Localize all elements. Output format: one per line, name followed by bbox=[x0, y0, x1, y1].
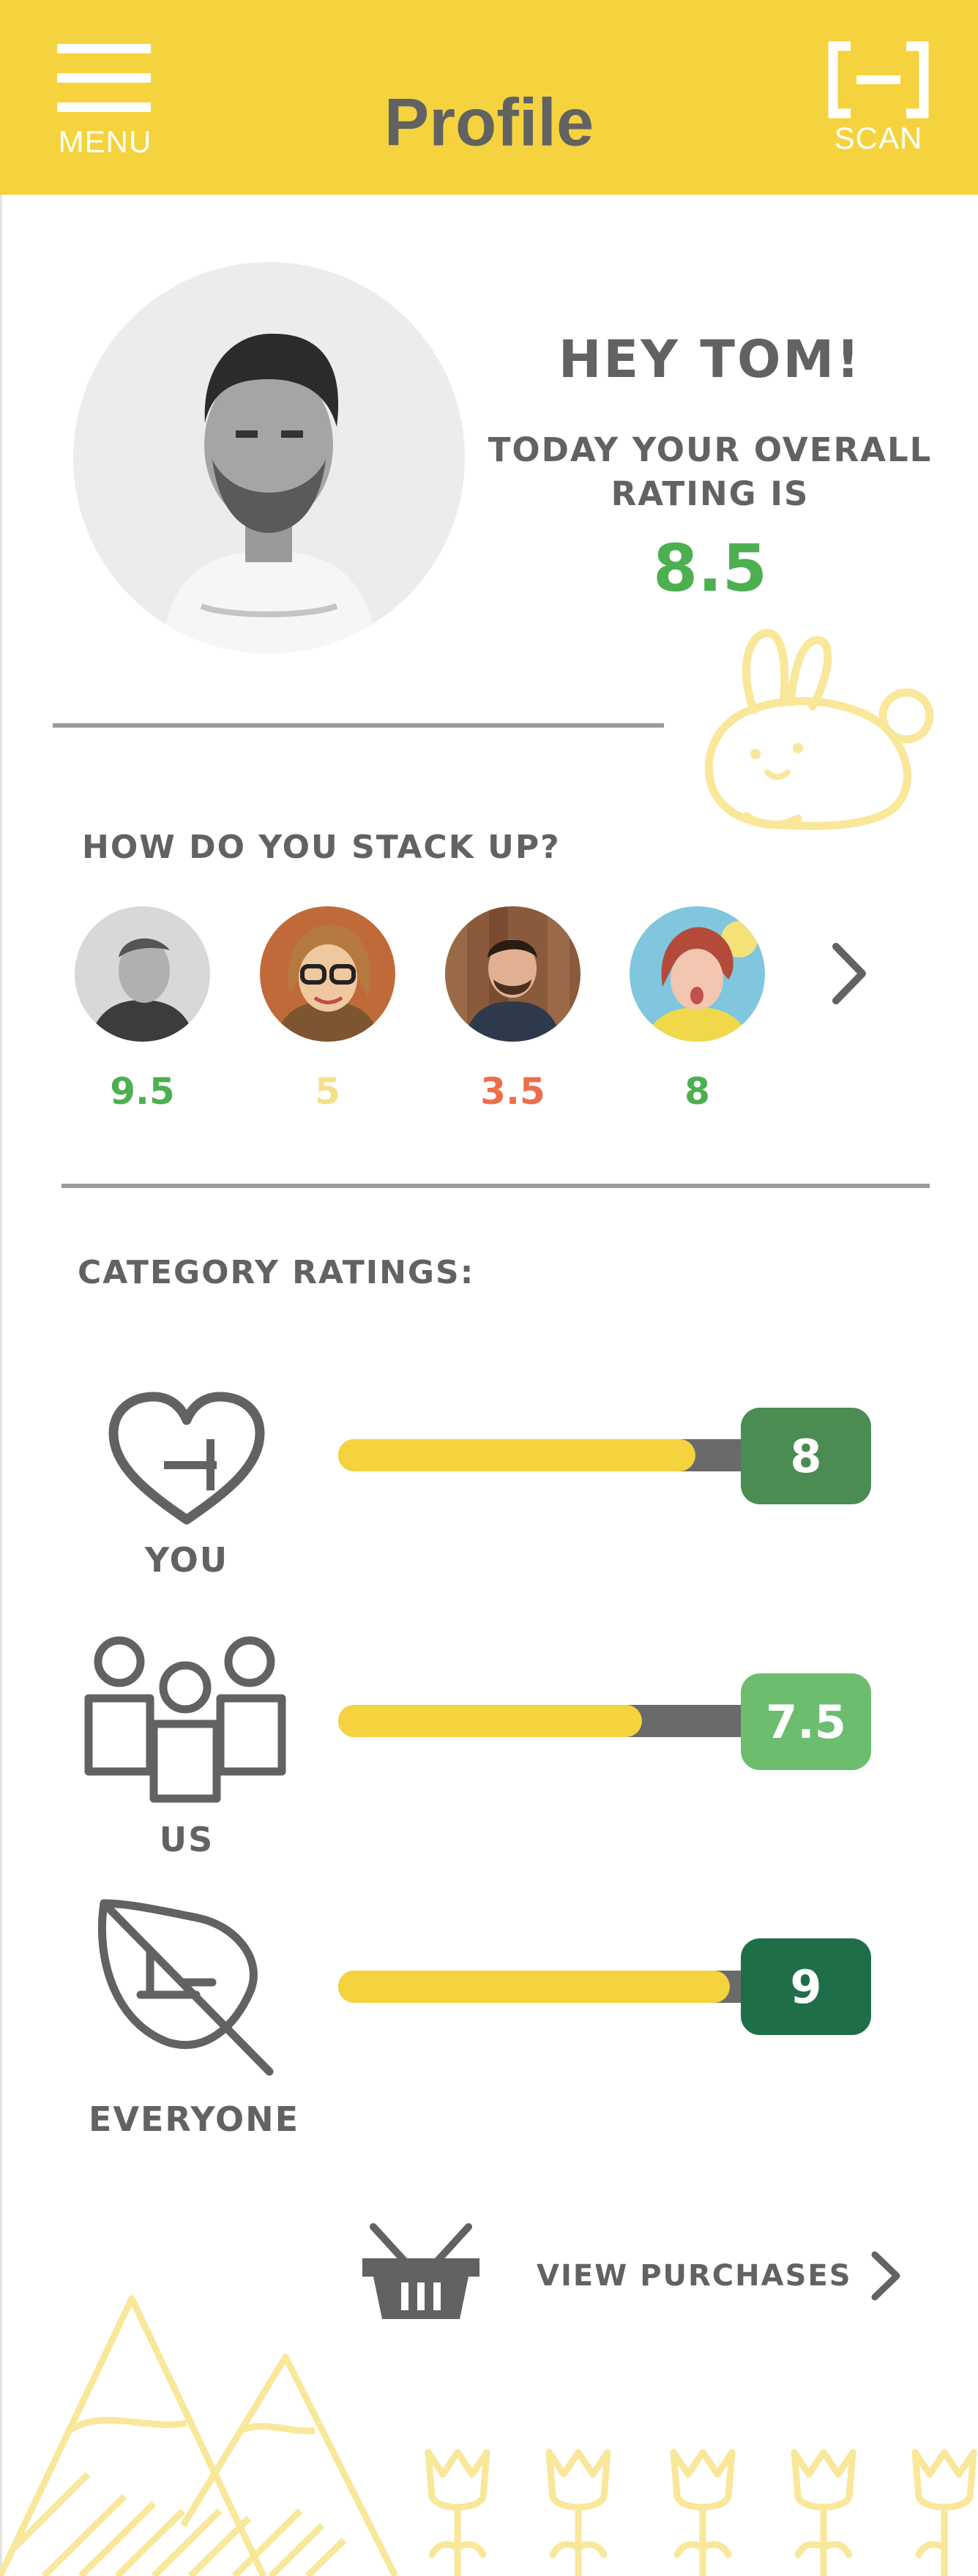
rating-badge-you: 8 bbox=[741, 1408, 871, 1504]
heart-plus-icon bbox=[108, 1392, 265, 1525]
scan-button[interactable]: SCAN bbox=[820, 40, 937, 168]
friend-avatar-3[interactable] bbox=[445, 906, 581, 1042]
category-label-us: US bbox=[159, 1820, 214, 1859]
tulips-illustration bbox=[425, 2449, 977, 2576]
overall-rating: 8.5 bbox=[653, 531, 767, 606]
category-section-title: CATEGORY RATINGS: bbox=[78, 1254, 475, 1291]
basket-icon bbox=[362, 2223, 479, 2319]
friend-avatar-1[interactable] bbox=[75, 906, 210, 1042]
greeting: HEY TOM! bbox=[558, 329, 862, 389]
left-edge-line bbox=[0, 195, 2, 2576]
divider-stack bbox=[61, 1184, 930, 1188]
rating-fill-us bbox=[338, 1705, 642, 1737]
purchases-chevron-icon bbox=[871, 2251, 900, 2301]
rating-badge-us: 7.5 bbox=[741, 1673, 871, 1770]
view-purchases-button[interactable]: VIEW PURCHASES bbox=[359, 2218, 915, 2328]
friend-score-3: 3.5 bbox=[480, 1070, 545, 1113]
leaf-icon bbox=[97, 1899, 274, 2076]
category-label-you: YOU bbox=[144, 1540, 229, 1580]
rating-bar-you bbox=[338, 1439, 763, 1471]
stack-section-title: HOW DO YOU STACK UP? bbox=[82, 829, 561, 866]
friend-score-1: 9.5 bbox=[110, 1070, 175, 1113]
friend-avatar-2[interactable] bbox=[260, 906, 395, 1042]
group-icon bbox=[84, 1636, 286, 1803]
rating-bar-us bbox=[338, 1705, 763, 1737]
rating-intro: TODAY YOUR OVERALL RATING IS bbox=[488, 430, 933, 513]
rating-fill-everyone bbox=[338, 1971, 730, 2003]
friend-score-4: 8 bbox=[684, 1070, 710, 1113]
friend-score-2: 5 bbox=[315, 1070, 340, 1113]
scan-bracket-icon bbox=[828, 41, 929, 119]
rating-fill-you bbox=[338, 1439, 695, 1471]
friend-avatar-4[interactable] bbox=[630, 906, 765, 1042]
category-label-everyone: EVERYONE bbox=[88, 2099, 300, 2139]
chevron-right-icon[interactable] bbox=[827, 941, 871, 1007]
divider-profile bbox=[53, 723, 664, 728]
scan-label: SCAN bbox=[834, 121, 923, 155]
rating-bar-everyone bbox=[338, 1971, 763, 2003]
profile-avatar bbox=[73, 262, 465, 654]
bunny-illustration bbox=[704, 629, 934, 830]
rating-badge-everyone: 9 bbox=[741, 1938, 871, 2035]
view-purchases-label: VIEW PURCHASES bbox=[537, 2259, 852, 2293]
